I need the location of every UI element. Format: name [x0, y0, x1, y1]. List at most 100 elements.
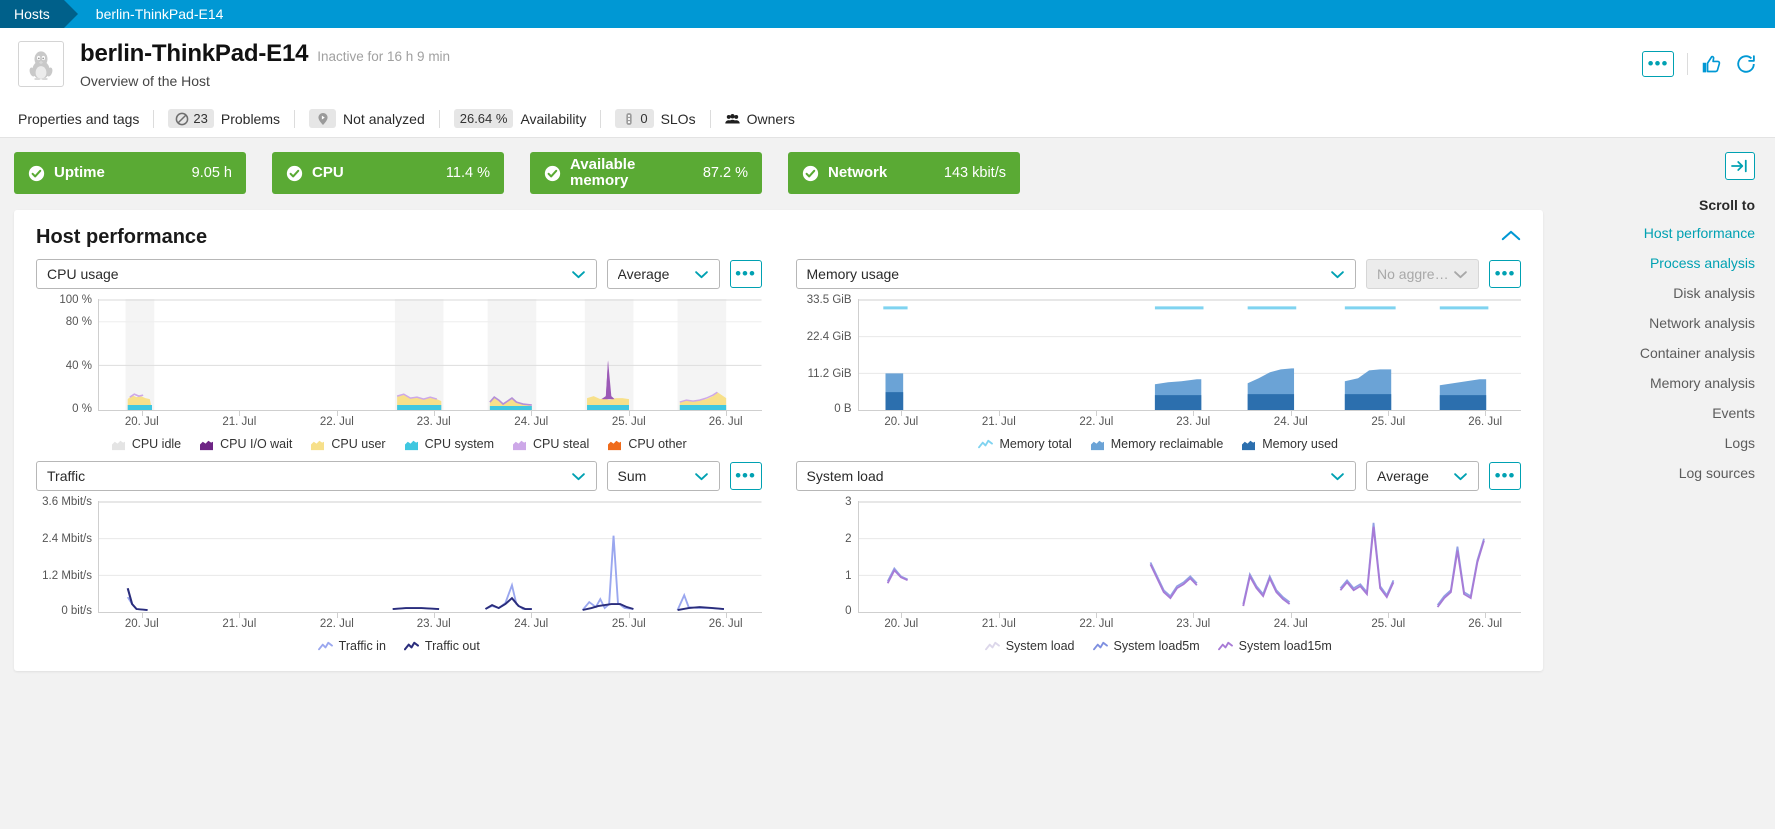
x-tick-label: 20. Jul — [884, 618, 919, 630]
area-glyph-icon — [513, 440, 527, 450]
rail-link-network-analysis[interactable]: Network analysis — [1649, 315, 1755, 331]
page-subtitle: Overview of the Host — [80, 72, 210, 89]
legend-item-system-load[interactable]: System load — [984, 639, 1075, 653]
host-text-block: berlin-ThinkPad-E14 Inactive for 16 h 9 … — [80, 40, 450, 89]
x-axis: 20. Jul 21. Jul 22. Jul 23. Jul 24. Jul … — [98, 411, 762, 433]
rail-link-logs[interactable]: Logs — [1725, 435, 1755, 451]
refresh-icon[interactable] — [1735, 53, 1757, 75]
aggregation-select-system-load[interactable]: Average — [1366, 461, 1479, 491]
plot-area-system-load[interactable] — [857, 501, 1521, 613]
rail-link-memory-analysis[interactable]: Memory analysis — [1650, 375, 1755, 391]
more-actions-button[interactable]: ••• — [1642, 51, 1674, 77]
host-tabs: Properties and tags 23 Problems Not anal — [0, 100, 1775, 138]
legend-label: System load5m — [1113, 639, 1200, 653]
metric-select-system-load[interactable]: System load — [795, 461, 1356, 491]
rail-title: Scroll to — [1698, 197, 1755, 213]
legend-label: System load — [1005, 639, 1075, 653]
kpi-tile-network[interactable]: Network 143 kbit/s — [788, 152, 1020, 194]
area-glyph-icon — [404, 440, 418, 450]
area-glyph-icon — [1090, 440, 1104, 450]
tab-availability[interactable]: 26.64 % Availability — [440, 100, 601, 137]
kpi-tile-available-memory[interactable]: Available memory 87.2 % — [530, 152, 762, 194]
plot-row: 100 % 80 % 40 % 0 % — [36, 294, 762, 415]
breadcrumb-root-hosts[interactable]: Hosts — [0, 0, 78, 28]
main-content: Uptime 9.05 h CPU 11.4 % Available memor… — [0, 138, 1557, 829]
chevron-down-icon — [1330, 469, 1345, 484]
rail-link-host-performance[interactable]: Host performance — [1644, 225, 1755, 241]
tab-slos[interactable]: 0 SLOs — [601, 100, 709, 137]
aggregation-select-traffic[interactable]: Sum — [606, 461, 720, 491]
x-axis: 20. Jul 21. Jul 22. Jul 23. Jul 24. Jul … — [98, 613, 762, 635]
rail-link-container-analysis[interactable]: Container analysis — [1640, 345, 1755, 361]
legend-item-system-load15m[interactable]: System load15m — [1217, 639, 1332, 653]
plot-row: 3.6 Mbit/s 2.4 Mbit/s 1.2 Mbit/s 0 bit/s — [36, 496, 762, 617]
legend-item-cpu-user[interactable]: CPU user — [310, 437, 386, 451]
chart-more-button-system-load[interactable]: ••• — [1489, 462, 1521, 490]
chart-more-label: ••• — [1494, 466, 1516, 485]
tab-problems[interactable]: 23 Problems — [154, 100, 294, 137]
legend-item-cpu-system[interactable]: CPU system — [404, 437, 494, 451]
legend-item-system-load5m[interactable]: System load5m — [1092, 639, 1200, 653]
legend-item-traffic-in[interactable]: Traffic in — [317, 639, 386, 653]
legend-label: CPU other — [628, 437, 687, 451]
x-tick-label: 23. Jul — [416, 416, 451, 428]
legend-item-cpu-steal[interactable]: CPU steal — [512, 437, 589, 451]
y-tick: 80 % — [65, 316, 92, 328]
chart-more-button-memory-usage[interactable]: ••• — [1489, 260, 1521, 288]
x-tick-label: 20. Jul — [124, 618, 159, 630]
plot-area-traffic[interactable] — [98, 501, 762, 613]
chart-more-button-traffic[interactable]: ••• — [729, 462, 762, 490]
area-glyph-icon — [311, 440, 325, 450]
legend-item-memory-reclaimable[interactable]: Memory reclaimable — [1090, 437, 1223, 451]
chevron-up-icon[interactable] — [1501, 229, 1521, 247]
metric-select-memory-usage[interactable]: Memory usage — [795, 259, 1356, 289]
kpi-tile-cpu[interactable]: CPU 11.4 % — [272, 152, 504, 194]
x-tick-label: 25. Jul — [611, 618, 646, 630]
thumbs-up-icon[interactable] — [1701, 54, 1722, 75]
line-glyph-icon — [978, 439, 994, 448]
metric-select-cpu-usage[interactable]: CPU usage — [36, 259, 597, 289]
y-tick: 40 % — [65, 360, 92, 372]
tab-not-analyzed[interactable]: Not analyzed — [295, 100, 439, 137]
x-axis: 20. Jul 21. Jul 22. Jul 23. Jul 24. Jul … — [858, 411, 1522, 433]
legend-item-cpu-idle[interactable]: CPU idle — [111, 437, 181, 451]
plot-area-cpu-usage[interactable] — [98, 299, 762, 411]
kpi-label: Uptime — [54, 164, 105, 182]
legend-item-memory-total[interactable]: Memory total — [978, 437, 1072, 451]
chart-more-button-cpu-usage[interactable]: ••• — [729, 260, 762, 288]
tab-properties-and-tags[interactable]: Properties and tags — [18, 100, 153, 137]
breadcrumb-current-host[interactable]: berlin-ThinkPad-E14 — [78, 0, 224, 28]
rail-link-events[interactable]: Events — [1712, 405, 1755, 421]
legend-item-memory-used[interactable]: Memory used — [1241, 437, 1338, 451]
rail-link-log-sources[interactable]: Log sources — [1679, 465, 1755, 481]
kpi-value: 87.2 % — [702, 165, 748, 181]
line-glyph-icon — [1217, 641, 1233, 650]
metric-select-value: Memory usage — [806, 266, 900, 282]
legend-label: CPU steal — [533, 437, 590, 451]
aggregation-select-cpu-usage[interactable]: Average — [606, 259, 720, 289]
check-circle-icon — [544, 165, 561, 182]
collapse-panel-icon[interactable] — [1725, 152, 1755, 180]
legend-label: Memory used — [1262, 437, 1338, 451]
metric-select-traffic[interactable]: Traffic — [36, 461, 597, 491]
plot-area-memory-usage[interactable] — [857, 299, 1521, 411]
rail-link-process-analysis[interactable]: Process analysis — [1650, 255, 1755, 271]
rail-link-disk-analysis[interactable]: Disk analysis — [1673, 285, 1755, 301]
tab-owners[interactable]: Owners — [711, 100, 809, 137]
kpi-label: Network — [828, 164, 888, 182]
area-glyph-icon — [111, 440, 125, 450]
legend-item-traffic-out[interactable]: Traffic out — [403, 639, 480, 653]
kpi-value: 9.05 h — [191, 165, 232, 181]
chart-system-load: System load Average ••• 3 2 1 0 20. Jul … — [795, 461, 1521, 653]
legend-item-cpu-io-wait[interactable]: CPU I/O wait — [199, 437, 292, 451]
aggregation-select-value: Average — [617, 266, 670, 282]
x-tick-label: 24. Jul — [1273, 618, 1308, 630]
page-title: berlin-ThinkPad-E14 — [80, 39, 309, 67]
more-actions-label: ••• — [1647, 54, 1669, 73]
legend-item-cpu-other[interactable]: CPU other — [607, 437, 687, 451]
kpi-tile-uptime[interactable]: Uptime 9.05 h — [14, 152, 246, 194]
legend-label: Traffic out — [424, 639, 480, 653]
y-tick: 22.4 GiB — [806, 331, 852, 343]
tab-label: Not analyzed — [343, 110, 425, 127]
x-tick-label: 23. Jul — [416, 618, 451, 630]
